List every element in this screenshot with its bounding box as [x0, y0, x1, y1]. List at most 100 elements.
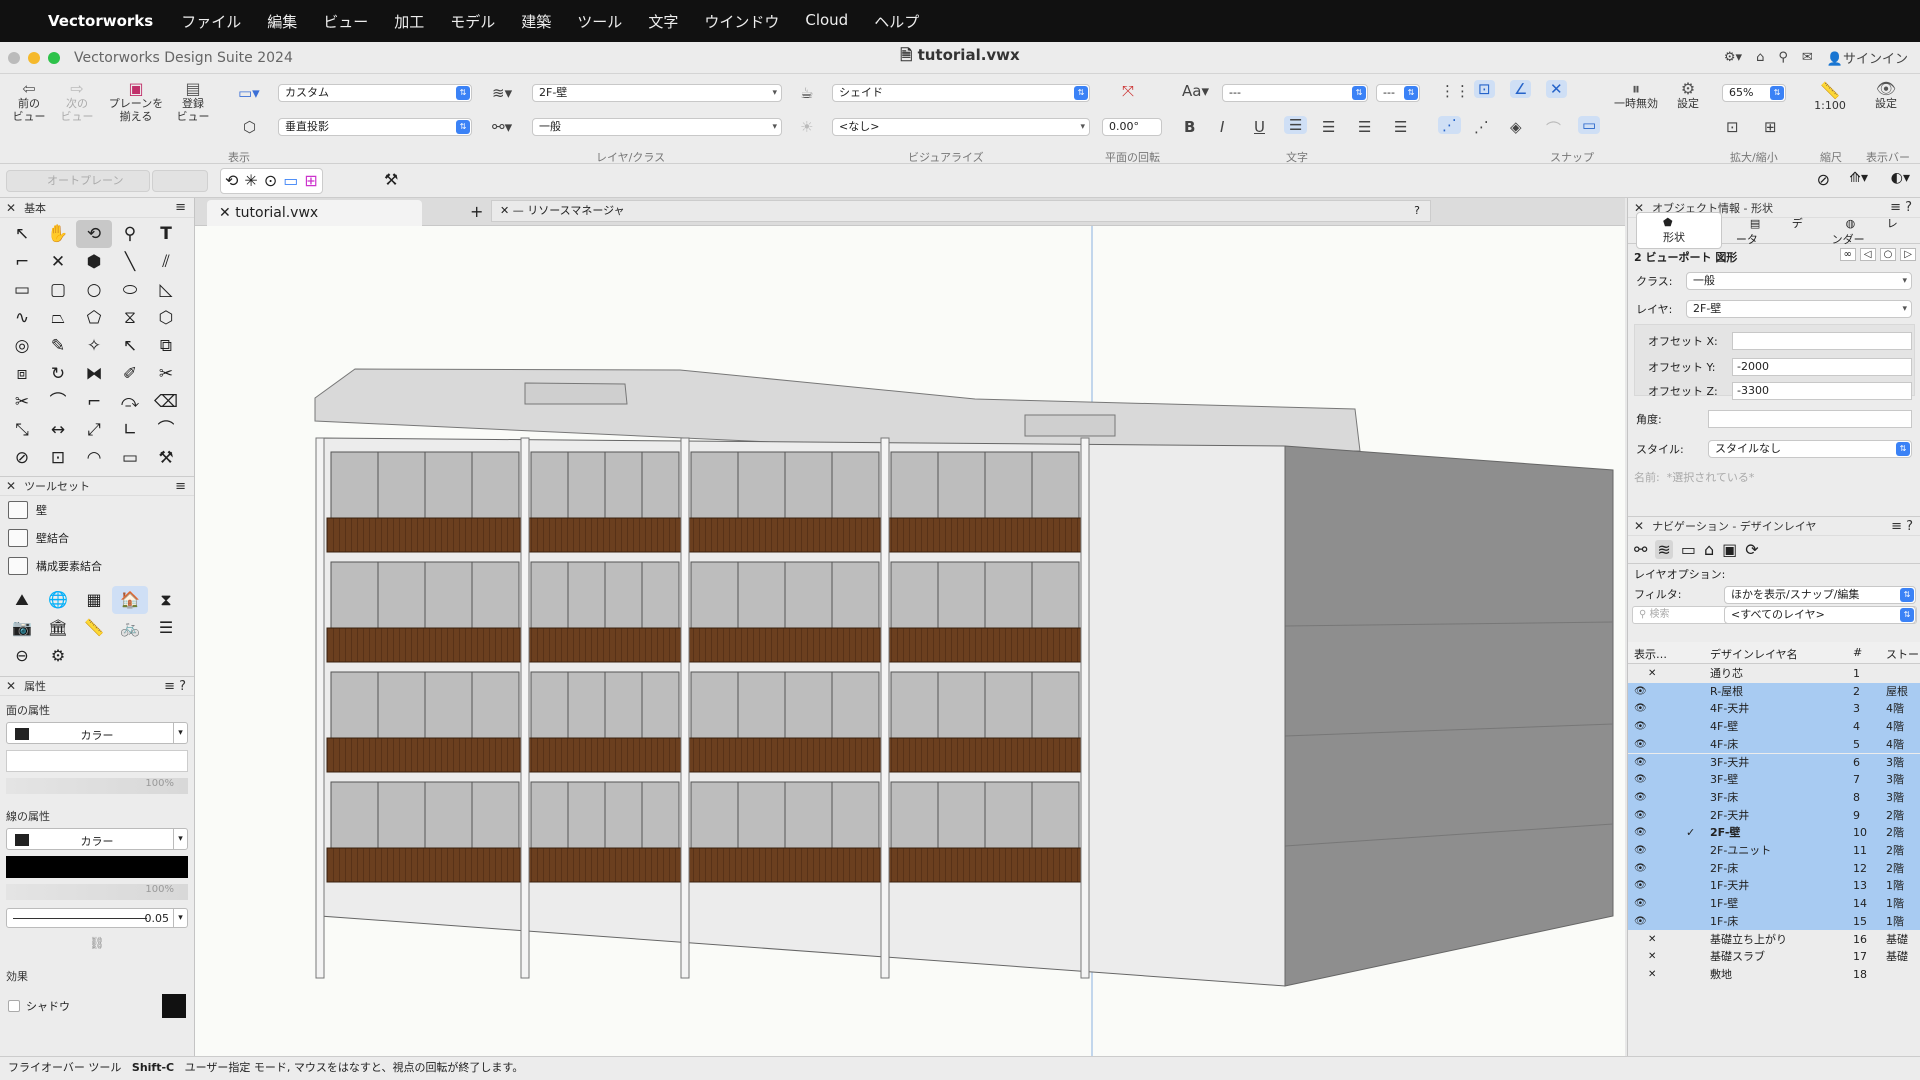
signin-button[interactable]: 👤サインイン [1827, 48, 1908, 67]
shadow-checkbox[interactable] [8, 1000, 20, 1012]
layer-row[interactable]: 👁 2F-ユニット 11 2階 [1628, 842, 1920, 860]
menu-item[interactable]: ビュー [323, 11, 368, 32]
split-tool-icon[interactable]: ✂ [148, 360, 184, 388]
menu-icon[interactable]: ≡ [175, 200, 186, 215]
rotate-plan-icon[interactable]: ⤧ [1122, 82, 1134, 100]
menu-item[interactable]: ツール [577, 11, 622, 32]
layer-row[interactable]: 👁 1F-床 15 1階 [1628, 912, 1920, 931]
viewports-icon[interactable]: ⌂ [1704, 540, 1714, 559]
resource-manager-bar[interactable]: ✕ — リソースマネージャ? [491, 200, 1431, 222]
rotate-tool-icon[interactable]: ↻ [40, 360, 76, 388]
pipe-toolset-icon[interactable]: ⊖ [4, 642, 40, 670]
rectangle-tool-icon[interactable]: ▭ [4, 276, 40, 304]
offset-x-field[interactable] [1732, 332, 1912, 350]
menu-icon[interactable]: ≡ [175, 479, 186, 494]
rounded-rect-tool-icon[interactable]: ▢ [40, 276, 76, 304]
font-dropdown[interactable]: --- ⇅ [1222, 84, 1368, 102]
layer-row[interactable]: ✕ 基礎スラブ 17 基礎 [1628, 948, 1920, 966]
hidden-icon[interactable]: ✕ [1648, 931, 1656, 949]
snap-intersection-icon[interactable]: ✕ [1546, 80, 1567, 98]
flyover-grid-icon[interactable]: ⊞ [304, 171, 317, 191]
stair-toolset-icon[interactable]: ☰ [148, 614, 184, 642]
arc-tool-icon[interactable]: ◺ [148, 276, 184, 304]
tab-data[interactable]: ▤ データ [1722, 215, 1818, 247]
spiral-tool-icon[interactable]: ◎ [4, 332, 40, 360]
grid-toolset-icon[interactable]: ▦ [76, 586, 112, 614]
align-left-icon[interactable]: ☰ [1284, 116, 1308, 134]
object-count-icon[interactable]: ○ [1879, 248, 1897, 261]
eye-icon[interactable]: 👁 [1634, 860, 1647, 878]
dimension-tool-icon[interactable]: ↔ [40, 416, 76, 444]
eye-icon[interactable]: 👁 [1634, 789, 1647, 807]
eye-icon[interactable]: 👁 [1634, 824, 1647, 842]
home-icon[interactable]: ⌂ [1756, 50, 1764, 65]
eye-icon[interactable]: 👁 [1634, 754, 1647, 772]
menu-icon[interactable]: ≡ ? [1890, 200, 1912, 215]
eye-icon[interactable]: 👁 [1634, 842, 1647, 860]
line-color-preview[interactable] [6, 856, 188, 878]
layer-row[interactable]: 👁 3F-床 8 3階 [1628, 788, 1920, 807]
layer-row[interactable]: ✕ 敷地 18 [1628, 966, 1920, 984]
layer-select[interactable]: 2F-壁 ▾ [1686, 300, 1912, 318]
mail-icon[interactable]: ✉ [1802, 50, 1813, 65]
snap-angle-icon[interactable]: ∠ [1510, 80, 1532, 98]
eye-icon[interactable]: 👁 [1634, 683, 1647, 701]
close-icon[interactable]: ✕ [219, 205, 235, 221]
next-view-button[interactable]: ⇨ 次の ビュー [56, 81, 98, 124]
toolset-item[interactable]: 構成要素結合 [0, 552, 194, 580]
clip-icon[interactable]: ⟰▾ [1849, 170, 1868, 186]
plane-dropdown[interactable]: カスタム ⇅ [278, 84, 472, 102]
justify-icon[interactable]: ☰ [1394, 118, 1407, 136]
snap-distance-icon[interactable]: ⋰ [1438, 116, 1461, 134]
layer-row[interactable]: 👁 1F-壁 14 1階 [1628, 895, 1920, 913]
angle-field[interactable] [1708, 410, 1912, 428]
globe-settings-icon[interactable]: ◐▾ [1891, 170, 1910, 186]
zoom-tool-icon[interactable]: ⚲ [112, 220, 148, 248]
oval-tool-icon[interactable]: ⬭ [112, 276, 148, 304]
hidden-icon[interactable]: ✕ [1648, 665, 1656, 683]
line-type-dropdown[interactable]: カラー ▾ [6, 828, 188, 850]
pan-tool-icon[interactable]: ✋ [40, 220, 76, 248]
layer-row[interactable]: 👁 4F-天井 3 4階 [1628, 700, 1920, 719]
fit-to-objects-icon[interactable]: ⊡ [1726, 118, 1739, 136]
lighting-icon[interactable]: ☀ [800, 118, 813, 136]
chamfer-tool-icon[interactable]: ⌐ [76, 388, 112, 416]
polyline-tool-icon[interactable]: ⏢ [40, 304, 76, 332]
close-icon[interactable]: ✕ [6, 479, 16, 493]
minimize-window-button[interactable] [28, 51, 40, 64]
layer-row[interactable]: ✕ 基礎立ち上がり 16 基礎 [1628, 931, 1920, 949]
line-opacity[interactable]: 100% [6, 884, 188, 900]
layer-row[interactable]: 👁 3F-壁 7 3階 [1628, 771, 1920, 789]
style-select[interactable]: スタイルなし ⇅ [1708, 440, 1912, 458]
spot-tool-icon[interactable]: ⊡ [40, 444, 76, 472]
eyedropper-tool-icon[interactable]: ✎ [40, 332, 76, 360]
render-mode-dropdown[interactable]: シェイド ⇅ [832, 84, 1090, 102]
flyover-settings-icon[interactable]: ⚒ [384, 170, 398, 189]
font-size-dropdown[interactable]: --- ⇅ [1376, 84, 1420, 102]
line-tool-icon[interactable]: ╲ [112, 248, 148, 276]
callout-tool-icon[interactable]: ⌐ [4, 248, 40, 276]
hidden-icon[interactable]: ✕ [1648, 948, 1656, 966]
align-plane-button[interactable]: ▣ プレーンを 揃える [106, 81, 166, 124]
saved-views-icon[interactable]: ▣ [1722, 540, 1737, 559]
text-tool-icon[interactable]: T [148, 220, 184, 248]
furniture-toolset-icon[interactable]: 🏛 [40, 614, 76, 642]
3d-locus-tool-icon[interactable]: ⬢ [76, 248, 112, 276]
hatch-tool-icon[interactable]: ◠ [76, 444, 112, 472]
offset-z-field[interactable]: -3300 [1732, 382, 1912, 400]
prev-view-button[interactable]: ⇦ 前の ビュー [8, 81, 50, 124]
scale-button[interactable]: 📏 1:100 [1810, 83, 1850, 113]
measure-toolset-icon[interactable]: 📏 [76, 614, 112, 642]
plane-mode-icon[interactable]: ▭▾ [238, 84, 260, 102]
menu-item[interactable]: Cloud [805, 11, 848, 32]
snap-object-icon[interactable]: ⊡ [1474, 80, 1495, 98]
close-icon[interactable]: ✕ [1634, 519, 1644, 533]
search-icon[interactable]: ⚲ [1778, 50, 1788, 65]
3d-viewport[interactable] [195, 226, 1625, 1056]
align-center-icon[interactable]: ☰ [1322, 118, 1335, 136]
visibility-tool-icon[interactable]: ✧ [76, 332, 112, 360]
class-icon[interactable]: ⚯▾ [492, 118, 512, 136]
menu-item[interactable]: 編集 [267, 11, 297, 32]
fit-to-page-icon[interactable]: ⊞ [1764, 118, 1777, 136]
pause-button[interactable]: ⏸ 一時無効 [1610, 81, 1662, 111]
